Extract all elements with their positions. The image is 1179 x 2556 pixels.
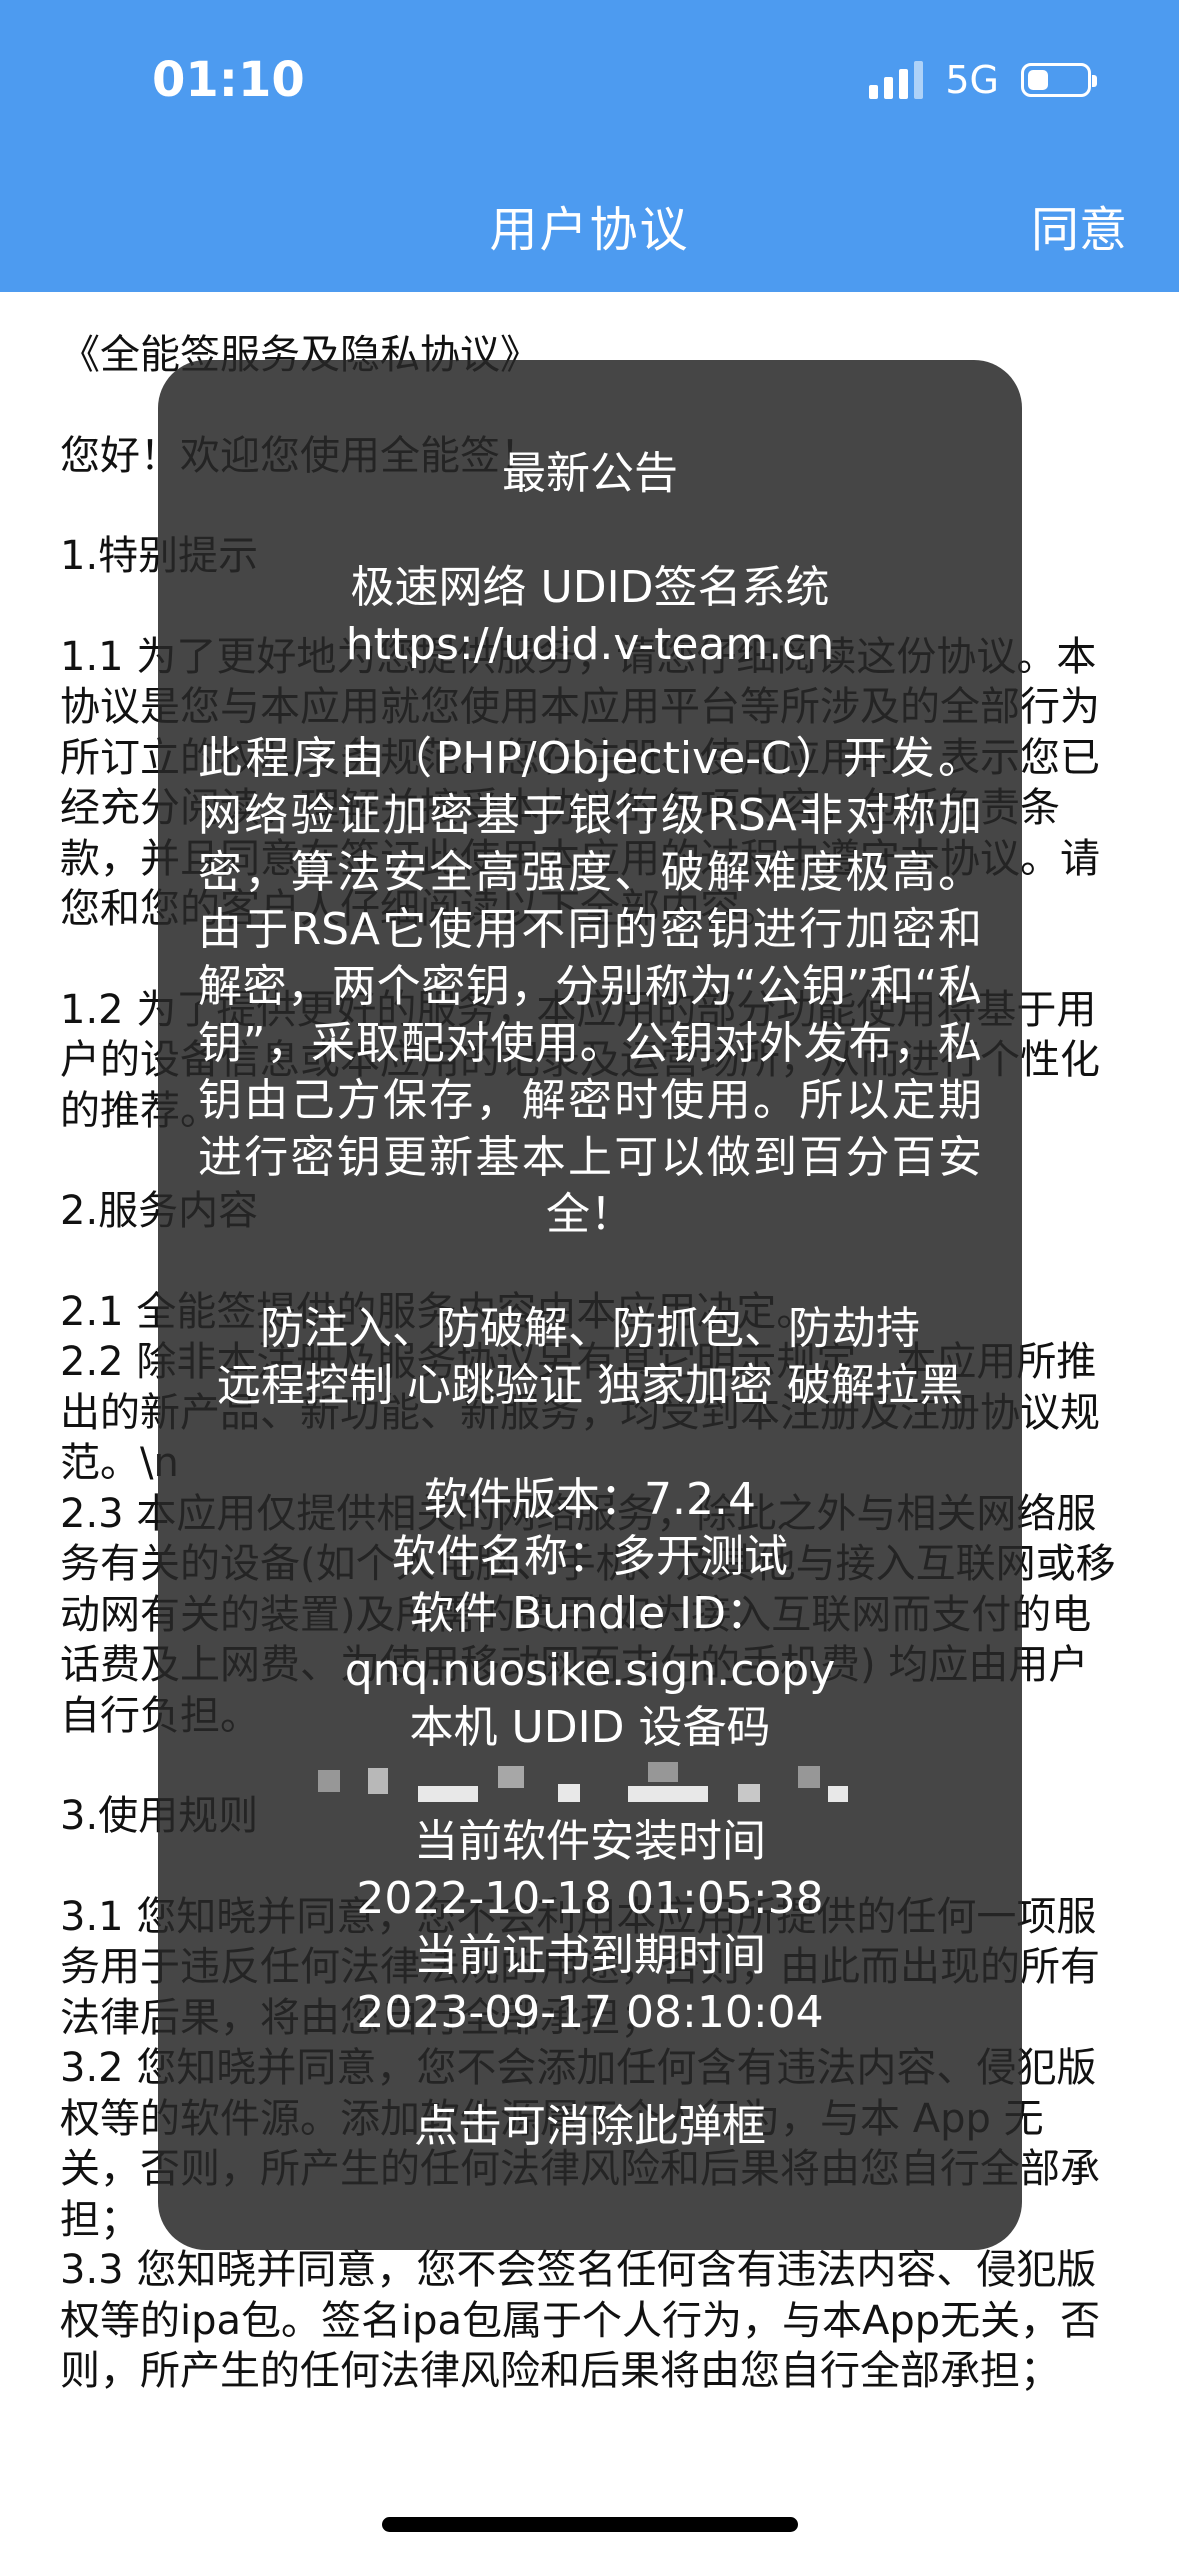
bundle-id-label: 软件 Bundle ID： — [409, 1588, 770, 1639]
features-line-2: 远程控制 心跳验证 独家加密 破解拉黑 — [217, 1360, 963, 1411]
home-indicator[interactable] — [382, 2517, 798, 2532]
system-name: 极速网络 UDID签名系统 — [350, 562, 830, 613]
battery-icon — [1021, 63, 1097, 97]
nav-header: 01:10 5G 用户协议 同意 — [0, 0, 1179, 292]
network-label: 5G — [945, 58, 999, 102]
expire-time-label: 当前证书到期时间 — [414, 1930, 766, 1981]
system-url: https://udid.v-team.cn — [345, 619, 835, 670]
udid-label: 本机 UDID 设备码 — [409, 1702, 771, 1753]
software-version: 软件版本：7.2.4 — [424, 1474, 756, 1525]
signal-icon — [869, 61, 924, 99]
dismiss-popup-button[interactable]: 点击可消除此弹框 — [158, 2098, 1022, 2155]
popup-title: 最新公告 — [502, 448, 678, 499]
system-description: 此程序由（PHP/Objective-C）开发。网络验证加密基于银行级RSA非对… — [198, 733, 982, 1240]
software-name: 软件名称：多开测试 — [392, 1531, 788, 1582]
bundle-id: qnq.nuosike.sign.copy — [344, 1645, 836, 1696]
status-time: 01:10 — [152, 52, 305, 108]
install-time: 2022-10-18 01:05:38 — [356, 1873, 824, 1924]
agreement-paragraph: 3.3 您知晓并同意，您不会签名任何含有违法内容、侵犯版权等的ipa包。签名ip… — [60, 2247, 1101, 2394]
agree-button[interactable]: 同意 — [1031, 190, 1127, 260]
expire-time: 2023-09-17 08:10:04 — [356, 1987, 824, 2038]
announcement-popup[interactable]: 最新公告 极速网络 UDID签名系统 https://udid.v-team.c… — [158, 360, 1022, 2250]
page-title: 用户协议 — [489, 202, 690, 258]
status-icons: 5G — [869, 58, 1097, 102]
udid-redacted — [198, 1756, 982, 1813]
install-time-label: 当前软件安装时间 — [414, 1816, 766, 1867]
features-line-1: 防注入、防破解、防抓包、防劫持 — [260, 1303, 920, 1354]
